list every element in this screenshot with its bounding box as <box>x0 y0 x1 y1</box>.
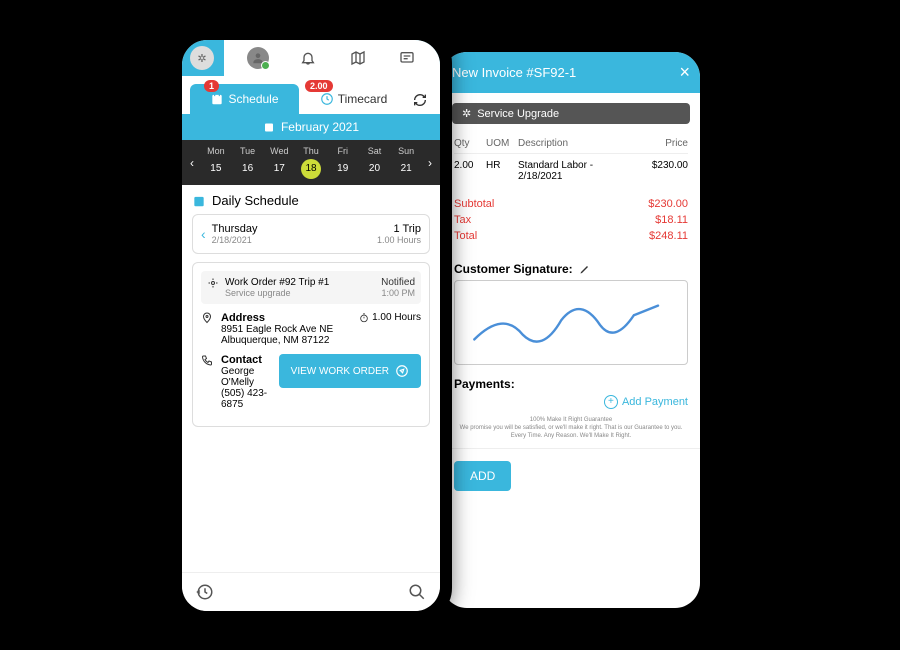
tab-timecard[interactable]: 2.00 Timecard <box>299 84 408 114</box>
guarantee-text: 100% Make It Right Guarantee We promise … <box>442 409 700 448</box>
app-logo[interactable]: ✲ <box>190 46 214 70</box>
service-tag: ✲ Service Upgrade <box>452 103 690 124</box>
day-20[interactable]: Sat20 <box>359 144 391 181</box>
address-line1: 8951 Eagle Rock Ave NE <box>221 324 351 335</box>
refresh-button[interactable] <box>408 92 432 114</box>
plus-circle-icon: + <box>604 395 618 409</box>
invoice-title: New Invoice #SF92-1 <box>452 65 576 80</box>
invoice-table: Qty UOM Description Price 2.00 HR Standa… <box>442 134 700 188</box>
topbar-icons <box>224 40 440 76</box>
trip-count: 1 Trip <box>377 223 421 235</box>
view-work-order-button[interactable]: VIEW WORK ORDER <box>279 354 421 388</box>
week-prev[interactable]: ‹ <box>184 156 200 170</box>
line-qty: 2.00 <box>454 160 486 182</box>
day-21[interactable]: Sun21 <box>390 144 422 181</box>
day-19[interactable]: Fri19 <box>327 144 359 181</box>
wo-title: Work Order #92 Trip #1 <box>225 277 329 288</box>
contact-row: Contact George O'Melly (505) 423-6875 VI… <box>201 354 421 410</box>
address-line2: Albuquerque, NM 87122 <box>221 335 351 346</box>
tab-timecard-label: Timecard <box>338 92 388 106</box>
schedule-badge: 1 <box>204 80 219 92</box>
address-row: Address 8951 Eagle Rock Ave NE Albuquerq… <box>201 312 421 346</box>
screen-right: New Invoice #SF92-1 × ✲ Service Upgrade … <box>442 52 700 608</box>
stopwatch-icon <box>359 313 369 323</box>
add-payment-button[interactable]: + Add Payment <box>442 395 700 409</box>
daily-title: Daily Schedule <box>192 193 430 208</box>
day-name: Thursday <box>212 223 258 235</box>
history-icon[interactable] <box>196 583 214 601</box>
wo-time: 1:00 PM <box>381 288 415 298</box>
phone-schedule: ✲ 1 Schedule 2.00 Timecard <box>170 28 452 623</box>
line-uom: HR <box>486 160 518 182</box>
month-label: February 2021 <box>281 120 359 134</box>
add-button[interactable]: ADD <box>454 461 511 491</box>
wo-subtitle: Service upgrade <box>225 288 329 298</box>
table-row: 2.00 HR Standard Labor - 2/18/2021 $230.… <box>454 154 688 188</box>
daily-section: Daily Schedule ‹ Thursday 2/18/2021 1 Tr… <box>182 185 440 443</box>
bottom-bar <box>182 572 440 611</box>
day-card-header: ‹ Thursday 2/18/2021 1 Trip 1.00 Hours <box>201 223 421 245</box>
totals: Subtotal$230.00 Tax$18.11 Total$248.11 <box>442 188 700 252</box>
phone-invoice: New Invoice #SF92-1 × ✲ Service Upgrade … <box>430 40 712 620</box>
wo-status: Notified <box>381 277 415 288</box>
compass-icon <box>395 364 409 378</box>
tab-bar: 1 Schedule 2.00 Timecard <box>182 76 440 114</box>
day-18[interactable]: Thu18 <box>295 144 327 181</box>
contact-label: Contact <box>221 354 271 366</box>
screen-left: ✲ 1 Schedule 2.00 Timecard <box>182 40 440 611</box>
trip-hours: 1.00 Hours <box>377 235 421 245</box>
day-16[interactable]: Tue16 <box>232 144 264 181</box>
address-label: Address <box>221 312 351 324</box>
user-icon <box>251 51 265 65</box>
invoice-header: New Invoice #SF92-1 × <box>442 52 700 93</box>
chevron-left-icon[interactable]: ‹ <box>201 226 206 242</box>
timecard-badge: 2.00 <box>305 80 333 92</box>
gear-icon: ✲ <box>462 107 471 120</box>
day-card: ‹ Thursday 2/18/2021 1 Trip 1.00 Hours <box>192 214 430 254</box>
calendar-small-icon <box>192 194 206 208</box>
payments-label: Payments: <box>442 365 700 395</box>
chat-icon[interactable] <box>397 48 417 68</box>
schedule-icon <box>210 92 224 106</box>
clock-icon <box>320 92 334 106</box>
pencil-icon[interactable] <box>579 263 591 275</box>
signature-box[interactable] <box>454 280 688 365</box>
week-next[interactable]: › <box>422 156 438 170</box>
table-header: Qty UOM Description Price <box>454 134 688 154</box>
work-order-row[interactable]: Work Order #92 Trip #1 Service upgrade N… <box>201 271 421 304</box>
map-icon[interactable] <box>348 48 368 68</box>
hours-badge: 1.00 Hours <box>359 312 421 323</box>
tab-schedule[interactable]: 1 Schedule <box>190 84 299 114</box>
week-days: Mon15Tue16Wed17Thu18Fri19Sat20Sun21 <box>200 144 422 181</box>
calendar-icon <box>263 121 275 133</box>
tab-schedule-label: Schedule <box>228 92 278 106</box>
month-bar[interactable]: February 2021 <box>182 114 440 140</box>
top-bar: ✲ <box>182 40 440 76</box>
pin-icon <box>201 312 213 324</box>
wrench-icon <box>207 277 219 289</box>
search-icon[interactable] <box>408 583 426 601</box>
avatar[interactable] <box>247 47 269 69</box>
signature-label: Customer Signature: <box>442 252 700 280</box>
close-button[interactable]: × <box>679 62 690 83</box>
day-17[interactable]: Wed17 <box>263 144 295 181</box>
contact-phone: (505) 423-6875 <box>221 388 271 410</box>
phone-icon <box>201 354 213 366</box>
day-date: 2/18/2021 <box>212 235 258 245</box>
contact-name: George O'Melly <box>221 366 271 388</box>
day-15[interactable]: Mon15 <box>200 144 232 181</box>
work-order-card: Work Order #92 Trip #1 Service upgrade N… <box>192 262 430 427</box>
bell-icon[interactable] <box>298 48 318 68</box>
week-strip: ‹ Mon15Tue16Wed17Thu18Fri19Sat20Sun21 › <box>182 140 440 185</box>
line-price: $230.00 <box>633 160 688 182</box>
line-desc: Standard Labor - 2/18/2021 <box>518 160 633 182</box>
